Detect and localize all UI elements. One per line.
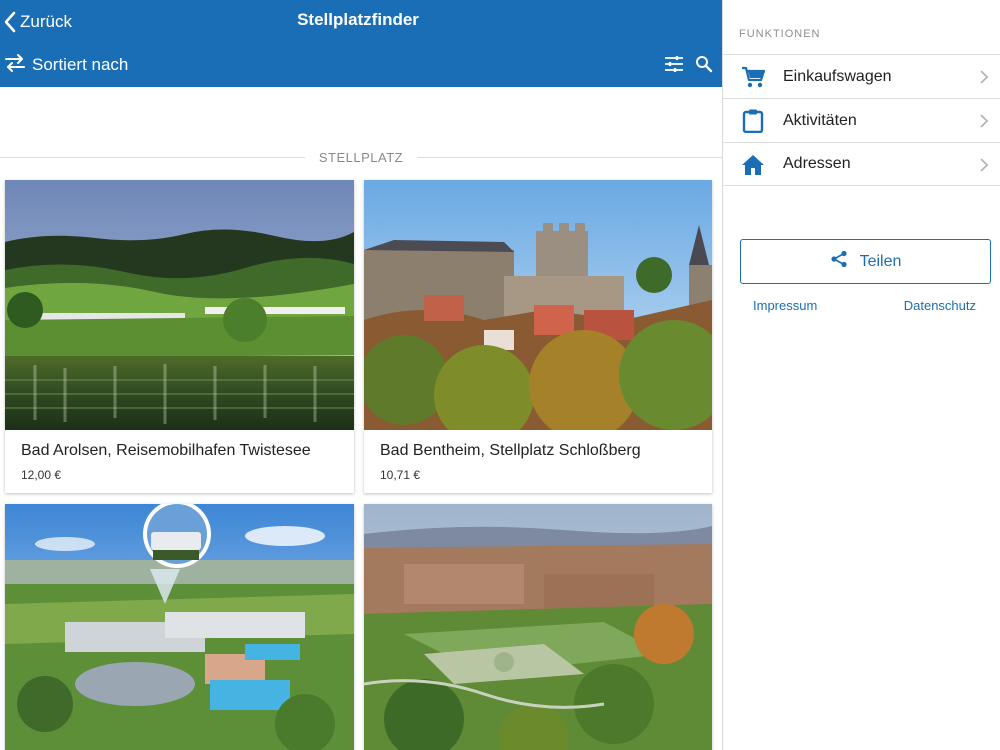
campsite-name: Bad Arolsen, Reisemobilhafen Twistesee [21, 442, 311, 459]
campsite-price: 12,00 € [21, 468, 62, 482]
campsite-card[interactable] [5, 504, 354, 750]
home-icon [741, 153, 765, 177]
share-icon [830, 250, 848, 273]
section-divider-left [0, 156, 305, 158]
sidebar-item-label: Adressen [783, 155, 851, 172]
campsite-image-town [364, 504, 712, 750]
app-root: Zurück Stellplatzfinder Sortiert nach ST… [0, 0, 1000, 750]
chevron-right-icon [979, 113, 989, 129]
filter-sliders-icon[interactable] [664, 53, 684, 75]
sidebar-item-addresses[interactable]: Adressen [723, 142, 1000, 186]
sort-arrows-icon [4, 53, 26, 77]
impressum-link[interactable]: Impressum [753, 298, 817, 313]
datenschutz-link[interactable]: Datenschutz [904, 298, 976, 313]
campsite-card[interactable]: Bad Arolsen, Reisemobilhafen Twistesee 1… [5, 180, 354, 493]
campsite-image-lake [5, 180, 354, 430]
share-label: Teilen [859, 252, 902, 270]
page-title: Stellplatzfinder [297, 10, 419, 29]
function-sidebar: FUNKTIONEN Einkaufswagen Aktivitäten Adr… [722, 0, 1000, 750]
main-panel: Zurück Stellplatzfinder Sortiert nach ST… [0, 0, 722, 750]
sidebar-item-label: Aktivitäten [783, 111, 857, 129]
sidebar-item-activities[interactable]: Aktivitäten [723, 98, 1000, 142]
sidebar-heading: FUNKTIONEN [739, 28, 821, 40]
sort-button[interactable]: Sortiert nach [4, 52, 128, 78]
chevron-right-icon [979, 157, 989, 173]
section-title: STELLPLATZ [318, 149, 404, 165]
campsite-card[interactable]: Bad Bentheim, Stellplatz Schloßberg 10,7… [364, 180, 712, 493]
cart-icon [741, 65, 765, 89]
campsite-image-castle [364, 180, 712, 445]
section-divider-right [417, 156, 722, 158]
share-button[interactable]: Teilen [740, 239, 991, 284]
campsite-name: Bad Bentheim, Stellplatz Schloßberg [380, 442, 641, 459]
sidebar-item-label: Einkaufswagen [783, 67, 892, 85]
clipboard-icon [741, 109, 765, 133]
navigation-bar: Zurück Stellplatzfinder Sortiert nach [0, 0, 722, 87]
sidebar-item-cart[interactable]: Einkaufswagen [723, 54, 1000, 98]
chevron-right-icon [979, 69, 989, 85]
toolbar-icons [664, 53, 714, 75]
sort-label: Sortiert nach [32, 55, 129, 74]
campsite-price: 10,71 € [380, 468, 421, 482]
campsite-card[interactable] [364, 504, 712, 750]
campsite-image-thermal-bath [5, 504, 354, 750]
sidebar-menu: Einkaufswagen Aktivitäten Adressen [723, 54, 1000, 186]
search-icon[interactable] [694, 53, 714, 75]
section-header: STELLPLATZ [0, 146, 722, 168]
